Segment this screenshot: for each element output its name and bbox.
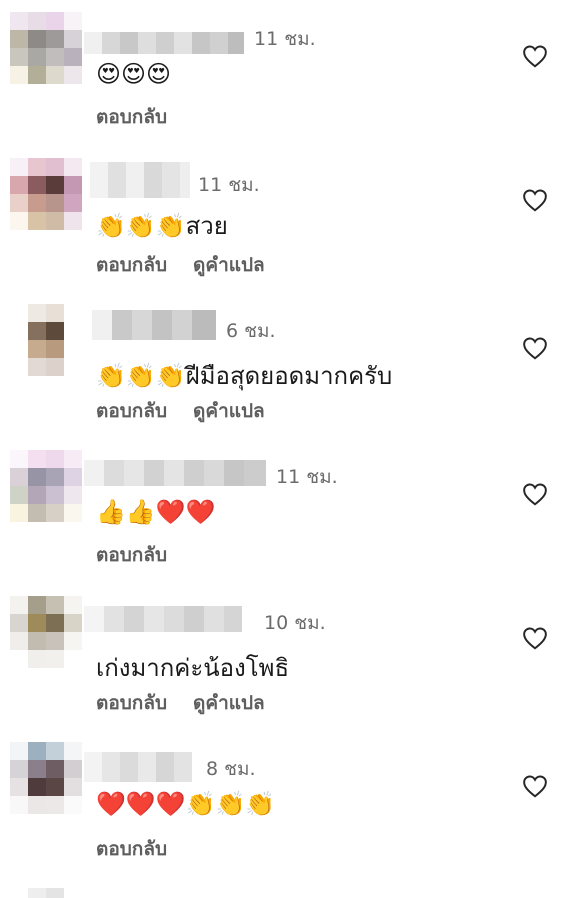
username-blurred[interactable] xyxy=(84,752,192,782)
avatar[interactable] xyxy=(10,12,82,84)
comment-actions: ตอบกลับ xyxy=(96,102,167,132)
comment-time: 11 ชม. xyxy=(198,174,260,196)
avatar[interactable] xyxy=(10,450,82,522)
comment-time: 11 ชม. xyxy=(276,466,338,488)
comment-item: 8 ชม. ❤️❤️❤️👏👏👏 ตอบกลับ xyxy=(0,730,576,870)
comment-text: 😍😍😍 xyxy=(96,60,172,88)
username-blurred[interactable] xyxy=(84,460,266,486)
comment-time: 8 ชม. xyxy=(206,758,256,780)
see-translation-button[interactable]: ดูคำแปล xyxy=(193,688,265,718)
heart-icon[interactable] xyxy=(522,774,548,798)
avatar[interactable] xyxy=(28,304,64,376)
see-translation-button[interactable]: ดูคำแปล xyxy=(193,396,265,426)
heart-icon[interactable] xyxy=(522,482,548,506)
username-blurred[interactable] xyxy=(84,606,242,632)
comment-text: 👍👍❤️❤️ xyxy=(96,498,216,526)
avatar[interactable] xyxy=(10,158,82,230)
comment-time: 10 ชม. xyxy=(264,612,326,634)
heart-icon[interactable] xyxy=(522,44,548,68)
reply-button[interactable]: ตอบกลับ xyxy=(96,102,167,132)
comment-text: 👏👏👏สวย xyxy=(96,212,228,240)
comment-text: ❤️❤️❤️👏👏👏 xyxy=(96,790,276,818)
avatar-partial[interactable] xyxy=(28,888,64,898)
see-translation-button[interactable]: ดูคำแปล xyxy=(193,250,265,280)
username-blurred[interactable] xyxy=(92,310,216,340)
comment-actions: ตอบกลับ ดูคำแปล xyxy=(96,250,265,280)
comment-text: 👏👏👏ฝีมือสุดยอดมากครับ xyxy=(96,362,393,390)
comment-item: 11 ชม. 😍😍😍 ตอบกลับ xyxy=(0,0,576,140)
reply-button[interactable]: ตอบกลับ xyxy=(96,540,167,570)
reply-button[interactable]: ตอบกลับ xyxy=(96,834,167,864)
comment-actions: ตอบกลับ ดูคำแปล xyxy=(96,688,265,718)
comment-actions: ตอบกลับ xyxy=(96,834,167,864)
comment-time: 6 ชม. xyxy=(226,320,276,342)
comment-item: 6 ชม. 👏👏👏ฝีมือสุดยอดมากครับ ตอบกลับ ดูคำ… xyxy=(0,292,576,432)
comment-actions: ตอบกลับ xyxy=(96,540,167,570)
heart-icon[interactable] xyxy=(522,188,548,212)
comment-actions: ตอบกลับ ดูคำแปล xyxy=(96,396,265,426)
comment-text: เก่งมากค่ะน้องโพธิ xyxy=(96,654,290,682)
username-blurred[interactable] xyxy=(84,32,244,54)
reply-button[interactable]: ตอบกลับ xyxy=(96,250,167,280)
comment-item: 11 ชม. 👏👏👏สวย ตอบกลับ ดูคำแปล xyxy=(0,146,576,286)
heart-icon[interactable] xyxy=(522,626,548,650)
username-blurred[interactable] xyxy=(90,162,190,198)
avatar[interactable] xyxy=(10,596,82,668)
comment-item: 10 ชม. เก่งมากค่ะน้องโพธิ ตอบกลับ ดูคำแป… xyxy=(0,584,576,724)
reply-button[interactable]: ตอบกลับ xyxy=(96,688,167,718)
avatar[interactable] xyxy=(10,742,82,814)
heart-icon[interactable] xyxy=(522,336,548,360)
comment-time: 11 ชม. xyxy=(254,28,316,50)
comment-item: 11 ชม. 👍👍❤️❤️ ตอบกลับ xyxy=(0,438,576,578)
reply-button[interactable]: ตอบกลับ xyxy=(96,396,167,426)
